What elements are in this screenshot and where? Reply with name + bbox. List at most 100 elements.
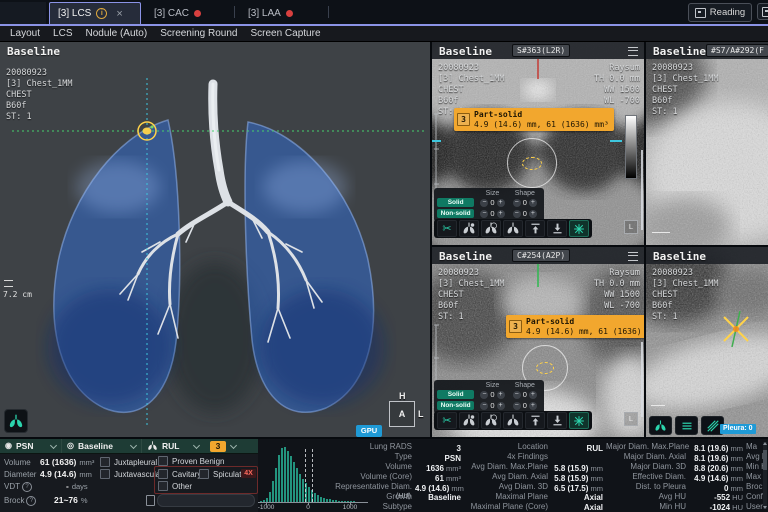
- scroll-thumb[interactable]: [763, 450, 767, 470]
- kernel: B60f: [438, 96, 505, 107]
- checkbox-icon[interactable]: [100, 457, 110, 467]
- nodule-measure: Part-solid4.9 (14.6) mm, 61 (1636) mm³: [526, 317, 644, 336]
- tab-lcs[interactable]: [3] LCS i ×: [49, 2, 141, 24]
- lung-outline-tool-icon[interactable]: [503, 220, 523, 237]
- plus-button[interactable]: +: [497, 402, 505, 410]
- type-selector[interactable]: ◉ PSN: [0, 439, 62, 453]
- menu-icon[interactable]: [628, 47, 638, 56]
- menu-layout[interactable]: Layout: [10, 28, 40, 39]
- menu-screening-round[interactable]: Screening Round: [160, 28, 237, 39]
- other-checkbox[interactable]: Other: [158, 481, 192, 491]
- histogram-bar: [299, 474, 301, 502]
- info-icon[interactable]: ?: [22, 482, 32, 492]
- chevron-down-icon[interactable]: [230, 441, 237, 448]
- plus-button[interactable]: +: [529, 199, 537, 207]
- lobe-selector[interactable]: RUL: [142, 439, 204, 453]
- minus-button[interactable]: −: [513, 402, 521, 410]
- cropped-toolbar-button[interactable]: [757, 3, 768, 20]
- vdt-field: VDT? -days: [4, 481, 88, 492]
- plus-button[interactable]: +: [497, 210, 505, 218]
- table-scrollbar[interactable]: [763, 442, 767, 509]
- checkbox-icon[interactable]: [158, 481, 168, 491]
- menu-nodule-auto[interactable]: Nodule (Auto): [85, 28, 147, 39]
- nodule-annotation[interactable]: 3 Part-solid4.9 (14.6) mm, 61 (1636) mm³: [454, 108, 614, 131]
- nodule-measure: Part-solid4.9 (14.6) mm, 61 (1636) mm³: [474, 110, 609, 129]
- plus-button[interactable]: +: [497, 199, 505, 207]
- window-width: WW 1500: [594, 85, 640, 96]
- nodule-annotation[interactable]: 3 Part-solid4.9 (14.6) mm, 61 (1636) mm³: [506, 315, 644, 338]
- plus-button[interactable]: +: [529, 210, 537, 218]
- nodule-detail-block: ◉ PSN ◎ Baseline RUL 3 Volume61 (1636)mm…: [0, 439, 258, 512]
- minus-button[interactable]: −: [480, 402, 488, 410]
- kernel: B60f: [652, 96, 719, 107]
- tab-cac[interactable]: [3] CAC: [146, 2, 230, 24]
- viewport-coronal-ct[interactable]: Baseline C#254(A2P) 20080923 [3] Chest_1…: [432, 247, 644, 437]
- cavitary-checkbox[interactable]: Cavitary: [158, 469, 201, 479]
- minus-button[interactable]: −: [480, 210, 488, 218]
- orientation-cube[interactable]: A: [389, 401, 415, 427]
- minus-button[interactable]: −: [480, 199, 488, 207]
- tab-laa[interactable]: [3] LAA: [240, 2, 324, 24]
- viewport-sagittal-ct[interactable]: Baseline S#363(L2R) 20080923 [3] Chest_1…: [432, 42, 644, 245]
- study-date: 20080923: [438, 63, 505, 74]
- nodule-number-badge[interactable]: 3: [210, 441, 226, 452]
- stats-label: Avg Diam. Axial: [464, 472, 548, 481]
- viewport-axial-zoom[interactable]: Baseline #S7/A#292(F 20080923 [3] Chest_…: [646, 42, 768, 245]
- slice-position-chip: S#363(L2R): [512, 44, 570, 57]
- checkbox-icon[interactable]: [158, 469, 168, 479]
- checkbox-icon[interactable]: [100, 469, 110, 479]
- timepoint-selector[interactable]: ◎ Baseline: [62, 439, 142, 453]
- scrollbar[interactable]: [641, 342, 643, 417]
- stats-label-cropped: Confi: [746, 492, 764, 501]
- note-input[interactable]: [157, 494, 255, 507]
- checkbox-icon[interactable]: [199, 469, 209, 479]
- juxtapleural-checkbox[interactable]: Juxtapleural: [100, 457, 157, 467]
- list-view-icon[interactable]: [675, 416, 698, 435]
- nodule-circle-marker[interactable]: [507, 138, 557, 188]
- stats-label: Min HU: [606, 502, 686, 511]
- snap-top-tool-icon[interactable]: [525, 220, 545, 237]
- auto-segment-tool-icon[interactable]: [569, 220, 589, 237]
- grayscale-colorbar: [625, 115, 637, 179]
- minus-button[interactable]: −: [480, 391, 488, 399]
- lung-outline-tool-icon[interactable]: [503, 412, 523, 429]
- proven-benign-checkbox[interactable]: Proven Benign: [158, 456, 224, 466]
- info-icon[interactable]: ?: [26, 496, 36, 506]
- plus-button[interactable]: +: [529, 391, 537, 399]
- nonsolid-button[interactable]: Non-solid: [437, 209, 474, 218]
- snap-bottom-tool-icon[interactable]: [547, 412, 567, 429]
- checkbox-icon[interactable]: [158, 456, 168, 466]
- lung-dot-tool-icon[interactable]: [459, 412, 479, 429]
- minus-button[interactable]: −: [513, 210, 521, 218]
- viewport-3d-lung[interactable]: Baseline 20080923 [3] Chest_1MM CHEST B6…: [0, 42, 430, 437]
- nonsolid-button[interactable]: Non-solid: [437, 401, 474, 410]
- snap-top-tool-icon[interactable]: [525, 412, 545, 429]
- nodule-selector-bar: ◉ PSN ◎ Baseline RUL 3: [0, 439, 258, 454]
- auto-segment-tool-icon[interactable]: [569, 412, 589, 429]
- menu-screen-capture[interactable]: Screen Capture: [250, 28, 320, 39]
- plus-button[interactable]: +: [529, 402, 537, 410]
- minus-button[interactable]: −: [513, 199, 521, 207]
- lung-circle-tool-icon[interactable]: [481, 220, 501, 237]
- solid-button[interactable]: Solid: [437, 390, 474, 399]
- close-icon[interactable]: ×: [116, 8, 122, 20]
- lung-view-button[interactable]: [4, 409, 28, 433]
- lung-circle-tool-icon[interactable]: [481, 412, 501, 429]
- lung-dot-tool-icon[interactable]: [459, 220, 479, 237]
- menu-lcs[interactable]: LCS: [53, 28, 72, 39]
- cut-tool-icon[interactable]: ✂: [437, 220, 457, 237]
- scroll-down-icon[interactable]: [763, 506, 767, 509]
- tab-separator: [234, 6, 235, 18]
- reading-button[interactable]: Reading: [688, 3, 752, 22]
- stats-value: Axial: [551, 497, 603, 511]
- lung-view-icon[interactable]: [649, 416, 672, 435]
- menu-icon[interactable]: [628, 252, 638, 261]
- viewport-volume-zoom[interactable]: Baseline 20080923 [3] Chest_1MM CHEST B6…: [646, 247, 768, 437]
- plus-button[interactable]: +: [497, 391, 505, 399]
- cut-tool-icon[interactable]: ✂: [437, 412, 457, 429]
- solid-button[interactable]: Solid: [437, 198, 474, 207]
- scrollbar[interactable]: [641, 150, 643, 230]
- minus-button[interactable]: −: [513, 391, 521, 399]
- snap-bottom-tool-icon[interactable]: [547, 220, 567, 237]
- scroll-up-icon[interactable]: [763, 442, 767, 445]
